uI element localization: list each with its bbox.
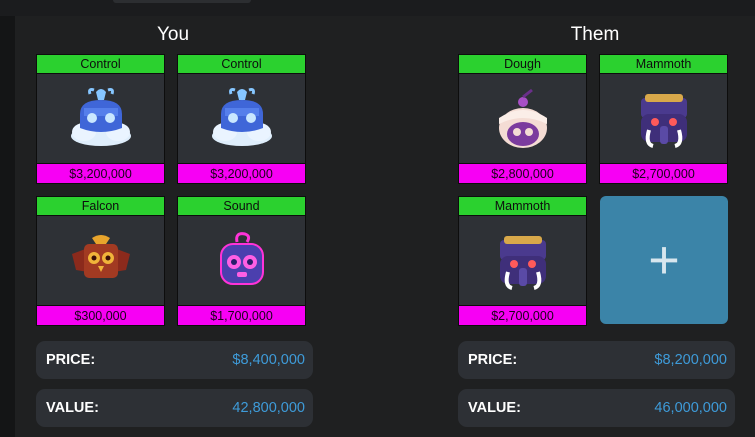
item-name: Control bbox=[37, 55, 164, 74]
item-name: Control bbox=[178, 55, 305, 74]
mammoth-fruit-icon bbox=[600, 75, 727, 163]
value-label: VALUE: bbox=[46, 400, 99, 416]
you-value-summary: VALUE: 42,800,000 bbox=[36, 389, 313, 427]
you-item-card-2[interactable]: Control $3,200,000 bbox=[177, 54, 306, 184]
them-price-summary: PRICE: $8,200,000 bbox=[458, 341, 735, 379]
mammoth-fruit-icon bbox=[459, 217, 586, 305]
top-bar bbox=[0, 0, 755, 16]
you-item-card-4[interactable]: Sound $1,700,000 bbox=[177, 196, 306, 326]
item-name: Mammoth bbox=[459, 197, 586, 216]
item-price: $3,200,000 bbox=[178, 163, 305, 183]
them-value-summary: VALUE: 46,000,000 bbox=[458, 389, 735, 427]
item-name: Dough bbox=[459, 55, 586, 74]
value-value: 46,000,000 bbox=[654, 400, 727, 416]
item-price: $1,700,000 bbox=[178, 305, 305, 325]
you-item-card-3[interactable]: Falcon $300,000 bbox=[36, 196, 165, 326]
item-name: Falcon bbox=[37, 197, 164, 216]
top-tab[interactable] bbox=[113, 0, 251, 3]
price-value: $8,200,000 bbox=[654, 352, 727, 368]
you-item-card-1[interactable]: Control $3,200,000 bbox=[36, 54, 165, 184]
add-item-button[interactable]: + bbox=[600, 196, 728, 324]
item-price: $300,000 bbox=[37, 305, 164, 325]
value-value: 42,800,000 bbox=[232, 400, 305, 416]
item-price: $2,800,000 bbox=[459, 163, 586, 183]
you-side-title: You bbox=[156, 24, 190, 45]
them-item-card-1[interactable]: Dough $2,800,000 bbox=[458, 54, 587, 184]
them-side-title: Them bbox=[570, 24, 620, 45]
them-item-card-2[interactable]: Mammoth $2,700,000 bbox=[599, 54, 728, 184]
control-fruit-icon bbox=[37, 75, 164, 163]
falcon-fruit-icon bbox=[37, 217, 164, 305]
item-price: $2,700,000 bbox=[459, 305, 586, 325]
them-item-card-3[interactable]: Mammoth $2,700,000 bbox=[458, 196, 587, 326]
plus-icon: + bbox=[648, 230, 680, 290]
item-price: $3,200,000 bbox=[37, 163, 164, 183]
item-name: Sound bbox=[178, 197, 305, 216]
price-label: PRICE: bbox=[46, 352, 96, 368]
sound-fruit-icon bbox=[178, 217, 305, 305]
control-fruit-icon bbox=[178, 75, 305, 163]
value-label: VALUE: bbox=[468, 400, 521, 416]
you-price-summary: PRICE: $8,400,000 bbox=[36, 341, 313, 379]
item-price: $2,700,000 bbox=[600, 163, 727, 183]
price-label: PRICE: bbox=[468, 352, 518, 368]
dough-fruit-icon bbox=[459, 75, 586, 163]
price-value: $8,400,000 bbox=[232, 352, 305, 368]
item-name: Mammoth bbox=[600, 55, 727, 74]
